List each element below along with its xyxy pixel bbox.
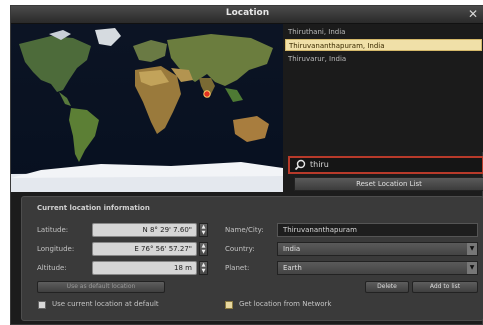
latitude-field[interactable]: N 8° 29' 7.60": [92, 223, 197, 237]
window-title: Location: [225, 8, 270, 18]
altitude-label: Altitude:: [37, 264, 67, 272]
city-name: Thiruvananthapuram, India: [289, 42, 385, 50]
search-input[interactable]: thiru: [288, 156, 483, 174]
longitude-label: Longitude:: [37, 245, 75, 253]
list-item-selected[interactable]: Thiruvananthapuram, India: [285, 39, 482, 51]
longitude-field[interactable]: E 76° 56' 57.27": [92, 242, 197, 256]
city-name: Thiruthani, India: [288, 28, 346, 36]
search-text: thiru: [310, 160, 329, 169]
location-dialog: Location ✕ Thiruthani, India Thiruvanant…: [10, 5, 483, 325]
close-icon[interactable]: ✕: [466, 7, 480, 21]
altitude-spinner[interactable]: ▲ ▼: [199, 261, 208, 275]
altitude-field[interactable]: 18 m: [92, 261, 197, 275]
planet-select[interactable]: Earth ▼: [277, 261, 478, 275]
planet-label: Planet:: [225, 264, 250, 272]
use-as-default-button[interactable]: Use as default location: [37, 281, 165, 293]
current-location-panel: Current location information Latitude: N…: [21, 196, 483, 321]
delete-button[interactable]: Delete: [365, 281, 409, 293]
section-title: Current location information: [37, 204, 150, 212]
world-map[interactable]: [11, 24, 283, 192]
name-city-label: Name/City:: [225, 226, 264, 234]
city-name: Thiruvarur, India: [288, 55, 347, 63]
longitude-spinner[interactable]: ▲ ▼: [199, 242, 208, 256]
country-label: Country:: [225, 245, 255, 253]
latitude-spinner[interactable]: ▲ ▼: [199, 223, 208, 237]
title-bar[interactable]: Location ✕: [11, 6, 483, 24]
list-item[interactable]: Thiruvarur, India: [285, 53, 482, 65]
city-list[interactable]: Thiruthani, India Thiruvananthapuram, In…: [283, 24, 483, 152]
chevron-down-icon: ▼: [467, 243, 477, 255]
list-item[interactable]: Thiruthani, India: [285, 26, 482, 38]
use-current-checkbox-label: Use current location at default: [52, 300, 159, 308]
network-checkbox[interactable]: [225, 301, 233, 309]
network-checkbox-label: Get location from Network: [239, 300, 332, 308]
world-map-image: [11, 24, 283, 192]
planet-value: Earth: [283, 264, 302, 272]
name-city-input[interactable]: Thiruvananthapuram: [277, 223, 478, 237]
search-icon: [294, 159, 306, 171]
country-select[interactable]: India ▼: [277, 242, 478, 256]
use-current-checkbox[interactable]: [38, 301, 46, 309]
add-to-list-button[interactable]: Add to list: [412, 281, 478, 293]
country-value: India: [283, 245, 301, 253]
latitude-label: Latitude:: [37, 226, 69, 234]
reset-location-list-button[interactable]: Reset Location List: [294, 177, 483, 191]
chevron-down-icon: ▼: [467, 262, 477, 274]
